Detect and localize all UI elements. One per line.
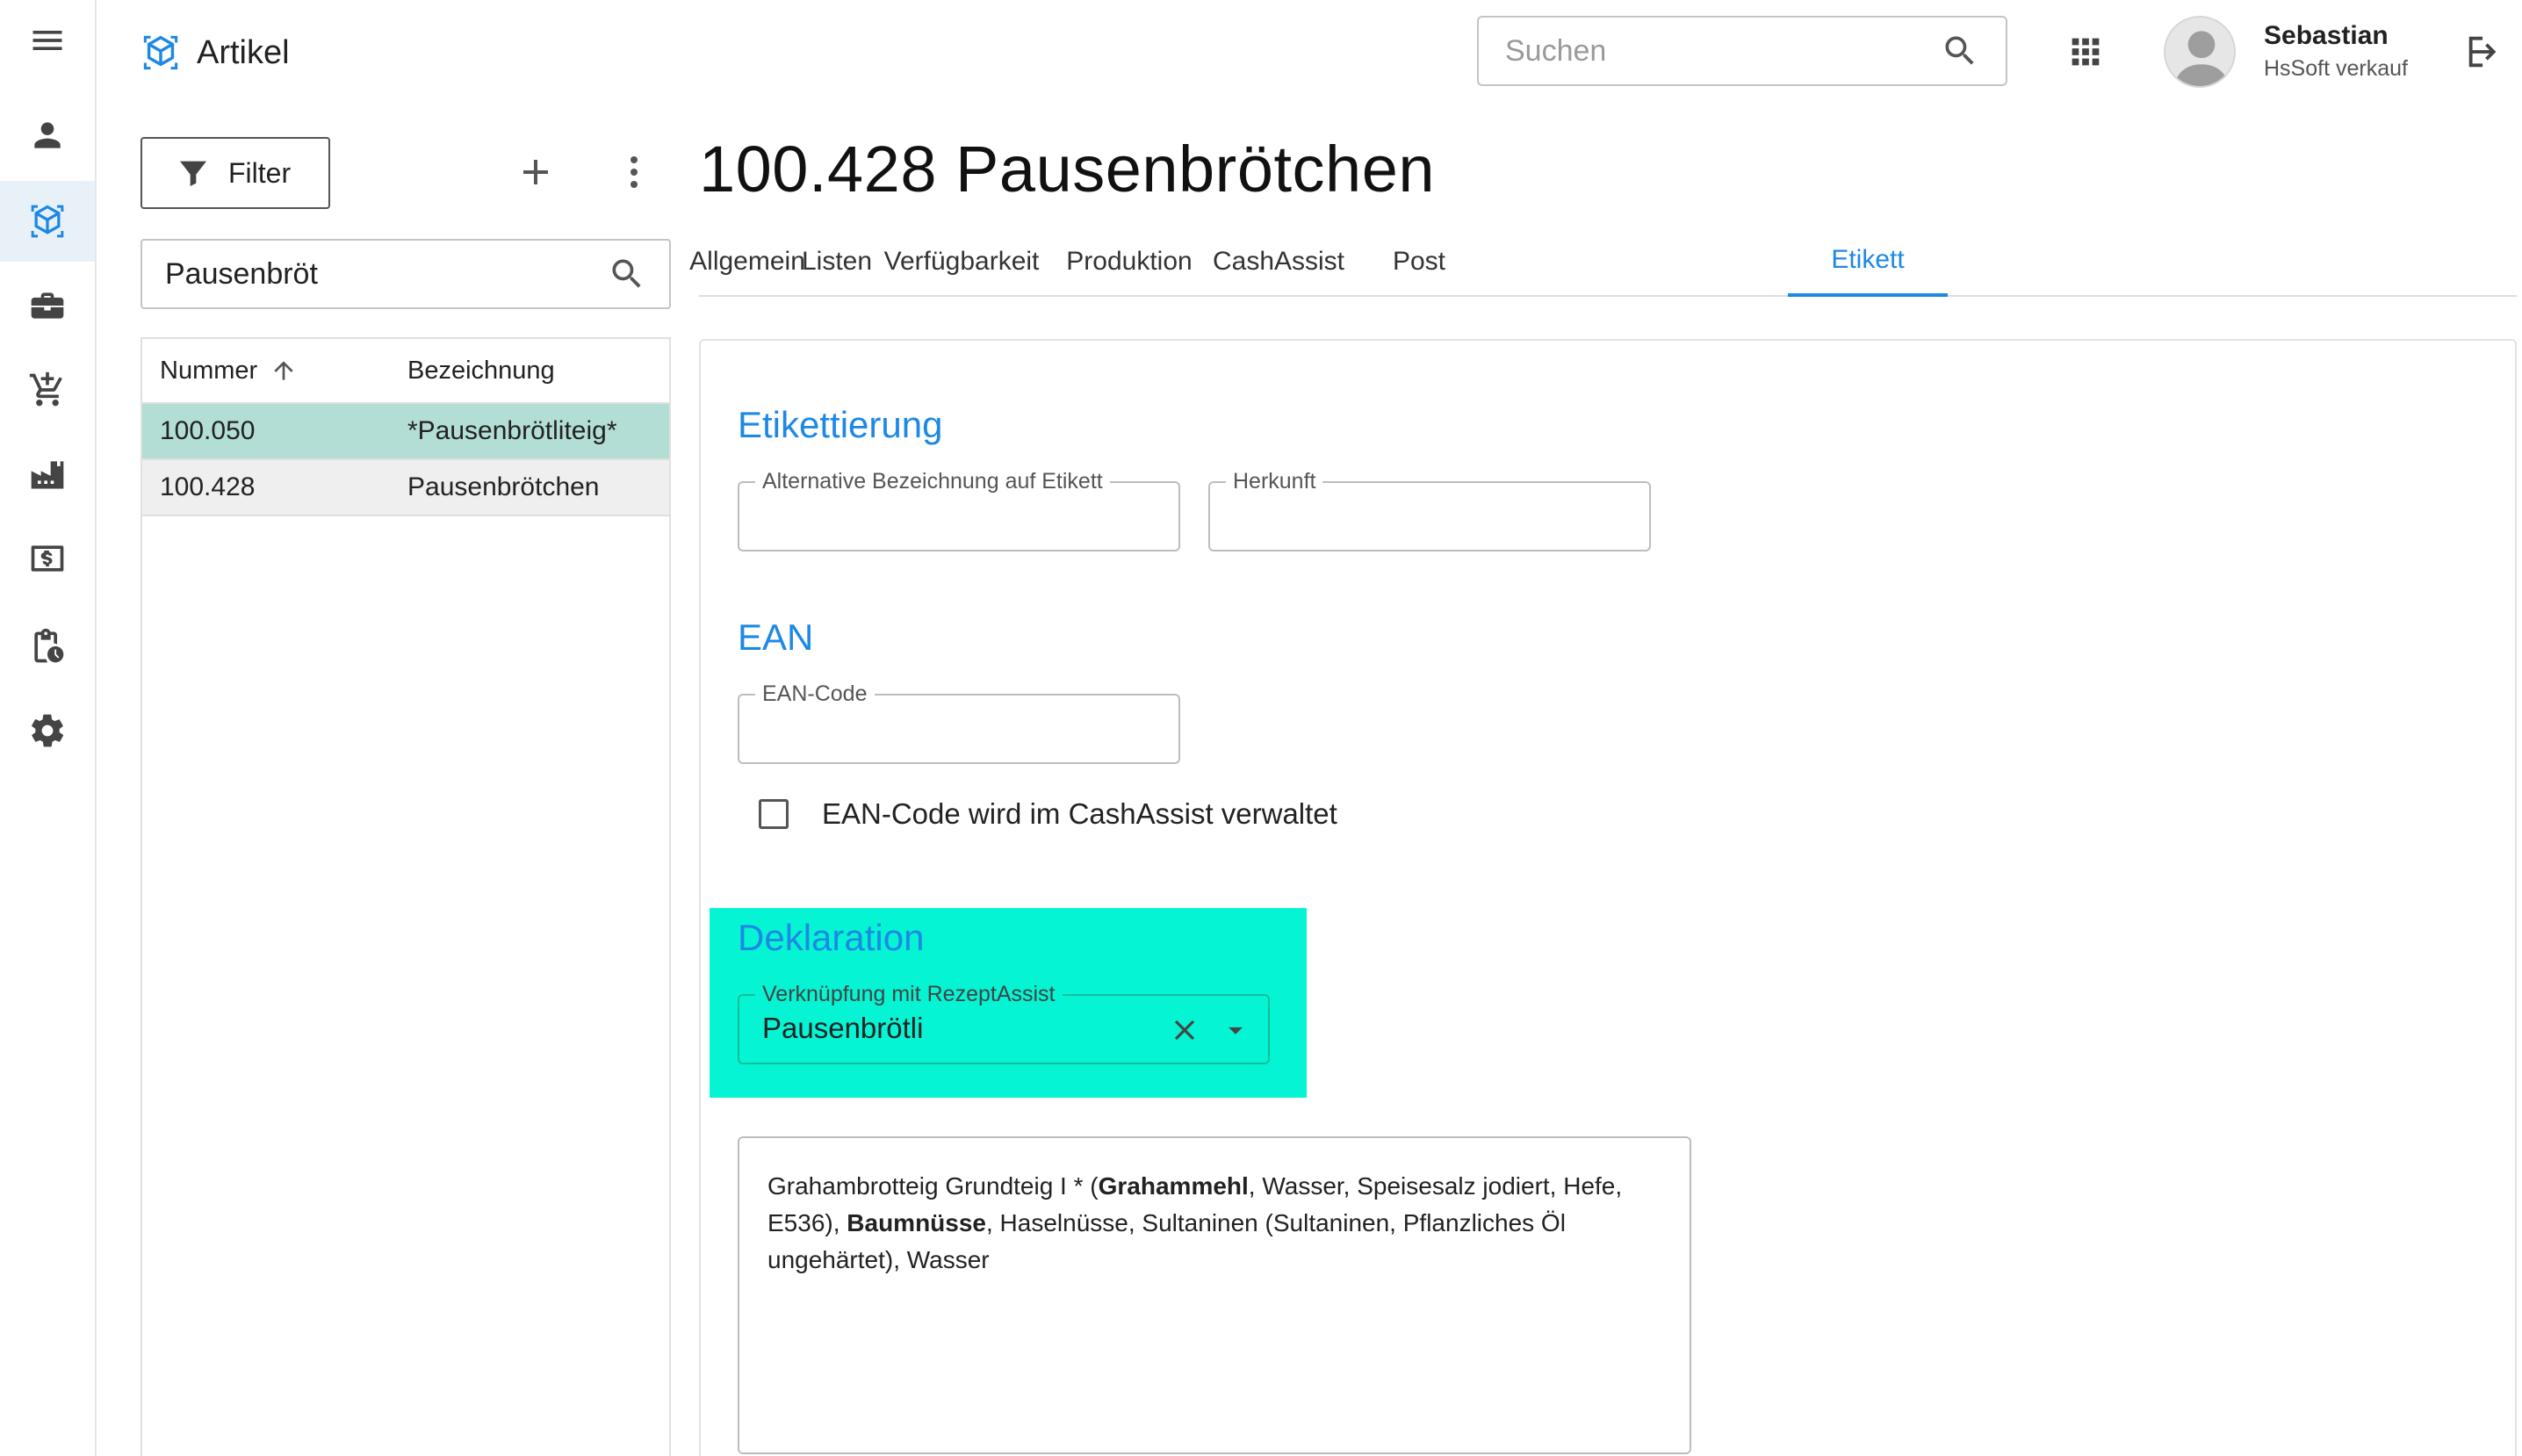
logout-icon[interactable] — [2464, 32, 2504, 72]
tab-verfuegbarkeit[interactable]: Verfügbarkeit — [878, 227, 1045, 297]
ean-cashassist-checkbox[interactable] — [759, 799, 789, 829]
tab-allgemein[interactable]: Allgemein — [689, 227, 805, 297]
avatar-person-icon — [2165, 18, 2234, 86]
cart-icon — [29, 371, 62, 407]
ean-code-label: EAN-Code — [755, 681, 875, 707]
tab-post[interactable]: Post — [1375, 227, 1463, 297]
section-heading-etikettierung: Etikettierung — [738, 404, 943, 445]
gear-icon — [32, 714, 64, 747]
rail-item-production[interactable] — [0, 434, 95, 515]
ean-cashassist-checkbox-row[interactable]: EAN-Code wird im CashAssist verwaltet — [759, 797, 1337, 831]
rail-item-business[interactable] — [0, 265, 95, 346]
app-title: Artikel — [197, 33, 290, 71]
cash-icon — [31, 545, 64, 572]
sort-arrow-up-icon[interactable] — [270, 357, 298, 385]
rail-item-articles[interactable] — [0, 181, 95, 262]
tab-listen[interactable]: Listen — [796, 227, 878, 297]
row-number: 100.428 — [160, 472, 256, 501]
section-heading-deklaration: Deklaration — [738, 917, 925, 958]
rail-item-planning[interactable] — [0, 606, 95, 687]
list-search-field[interactable] — [141, 239, 671, 309]
global-search-field[interactable] — [1477, 16, 2007, 86]
clear-icon[interactable] — [1168, 1013, 1201, 1047]
more-vert-icon[interactable] — [613, 151, 655, 193]
rail-item-cash[interactable] — [0, 518, 95, 599]
alt-name-label: Alternative Bezeichnung auf Etikett — [755, 469, 1110, 494]
rail-item-settings[interactable] — [0, 690, 95, 771]
tab-etikett[interactable]: Etikett — [1788, 227, 1948, 297]
allergen-text: Grahammehl — [1098, 1172, 1249, 1200]
detail-tabs: Allgemein Listen Verfügbarkeit Produktio… — [689, 227, 2517, 297]
list-search-input[interactable] — [165, 256, 608, 292]
app-header: Artikel — [141, 26, 290, 79]
allergen-text: Baumnüsse — [847, 1209, 986, 1236]
global-search-input[interactable] — [1505, 33, 1941, 68]
apps-grid-icon[interactable] — [2065, 32, 2106, 72]
filter-button[interactable]: Filter — [141, 137, 330, 209]
table-row[interactable]: 100.050 *Pausenbrötliteig* — [142, 404, 669, 460]
article-cube-icon — [143, 35, 178, 70]
add-icon[interactable] — [515, 151, 557, 193]
tab-cashassist[interactable]: CashAssist — [1205, 227, 1352, 297]
avatar[interactable] — [2164, 16, 2236, 88]
row-number: 100.050 — [160, 416, 256, 445]
user-role: HsSoft verkauf — [2264, 56, 2408, 81]
article-cube-icon — [31, 205, 64, 238]
declaration-text: Grahambrotteig Grundteig I * (Grahammehl… — [767, 1172, 1622, 1273]
alt-name-field[interactable]: Alternative Bezeichnung auf Etikett — [738, 469, 1180, 551]
row-name: *Pausenbrötliteig* — [407, 416, 617, 445]
herkunft-field[interactable]: Herkunft — [1208, 469, 1651, 551]
article-list-table: Nummer Bezeichnung 100.050 *Pausenbrötli… — [141, 337, 671, 1456]
ean-code-field[interactable]: EAN-Code — [738, 681, 1180, 764]
herkunft-label: Herkunft — [1226, 469, 1323, 494]
rail-item-orders[interactable] — [0, 350, 95, 430]
clipboard-clock-icon — [34, 628, 64, 663]
column-header-name[interactable]: Bezeichnung — [407, 357, 669, 386]
page-title: 100.428 Pausenbrötchen — [699, 133, 1436, 205]
user-name: Sebastian — [2264, 21, 2389, 50]
rezeptassist-link-value: Pausenbrötli — [762, 1012, 924, 1044]
person-icon — [34, 122, 61, 148]
briefcase-icon — [31, 292, 64, 319]
rezeptassist-link-label: Verknüpfung mit RezeptAssist — [755, 982, 1063, 1007]
tab-produktion[interactable]: Produktion — [1059, 227, 1200, 297]
section-heading-ean: EAN — [738, 616, 814, 658]
rail-item-customers[interactable] — [0, 95, 95, 176]
ean-cashassist-label: EAN-Code wird im CashAssist verwaltet — [822, 797, 1337, 830]
declaration-fragment: Grahambrotteig Grundteig I * ( — [767, 1172, 1099, 1200]
dropdown-arrow-icon[interactable] — [1219, 1013, 1252, 1047]
nav-rail — [0, 0, 97, 1456]
row-name: Pausenbrötchen — [407, 472, 600, 501]
declaration-text-box[interactable]: Grahambrotteig Grundteig I * (Grahammehl… — [738, 1136, 1691, 1454]
table-header: Nummer Bezeichnung — [142, 339, 669, 404]
filter-button-label: Filter — [228, 156, 292, 189]
factory-icon — [31, 461, 64, 489]
search-icon[interactable] — [1941, 32, 1979, 70]
table-row[interactable]: 100.428 Pausenbrötchen — [142, 460, 669, 516]
menu-icon — [32, 31, 62, 50]
column-header-number[interactable]: Nummer — [142, 357, 407, 386]
menu-button[interactable] — [0, 0, 95, 81]
filter-icon — [180, 161, 206, 186]
rezeptassist-link-select[interactable]: Verknüpfung mit RezeptAssist Pausenbrötl… — [738, 982, 1270, 1064]
search-icon[interactable] — [608, 255, 646, 293]
